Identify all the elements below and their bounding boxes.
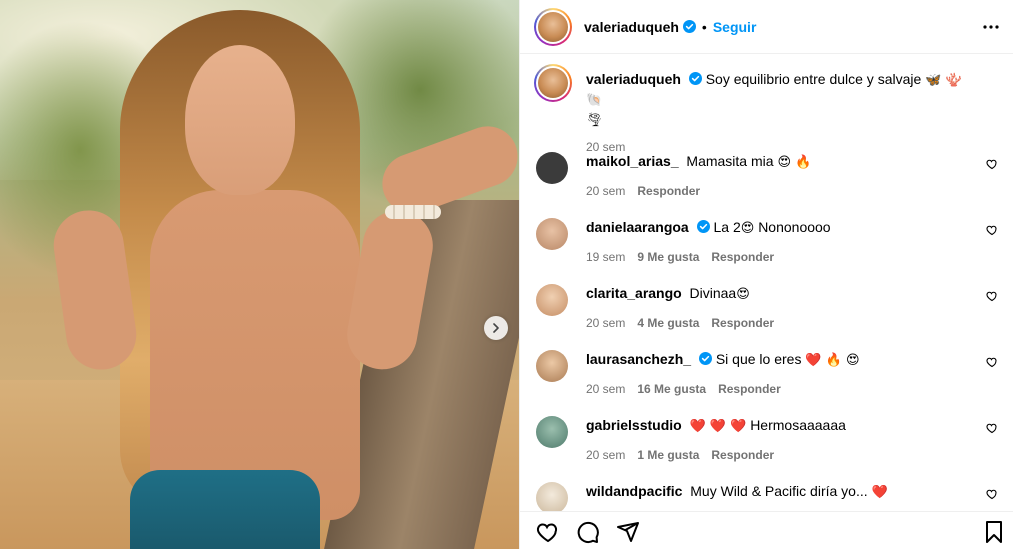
commenter-username[interactable]: maikol_arias_ <box>586 153 679 169</box>
commenter-avatar[interactable] <box>536 416 568 448</box>
post-actions <box>520 511 1013 549</box>
comment-timestamp: 20 sem <box>586 316 626 330</box>
comment-row: wildandpacific Muy Wild & Pacific diría … <box>536 482 998 511</box>
comment-row: gabrielsstudio ❤️ ❤️ ❤️ Hermosaaaaaa 20 … <box>536 416 998 466</box>
comment-likes[interactable]: 1 Me gusta <box>637 446 699 464</box>
comment-text: Si que lo eres <box>715 351 802 367</box>
verified-badge-icon <box>688 72 702 85</box>
caption-username[interactable]: valeriaduqueh <box>586 71 681 87</box>
comment-text-continued: Nononoooo <box>758 219 831 235</box>
like-comment-icon[interactable] <box>986 356 998 368</box>
comment-text: Mamasita mia <box>686 153 774 169</box>
like-comment-icon[interactable] <box>986 488 998 500</box>
commenter-avatar[interactable] <box>536 350 568 382</box>
commenter-avatar[interactable] <box>536 218 568 250</box>
comment-emoji: 😍 <box>740 221 755 236</box>
like-comment-icon[interactable] <box>986 422 998 434</box>
caption-avatar[interactable] <box>534 64 572 102</box>
face <box>185 45 295 195</box>
caption: valeriaduqueh Soy equilibrio entre dulce… <box>534 64 998 154</box>
comment-row: danielaarangoa La 2😍 Nononoooo 19 sem 9 … <box>536 218 998 268</box>
comment-timestamp: 20 sem <box>586 448 626 462</box>
post-header: valeriaduqueh • Seguir <box>520 0 1013 54</box>
comment-emoji: ❤️ <box>871 485 888 500</box>
caption-text: Soy equilibrio entre dulce y salvaje <box>705 71 922 87</box>
comment-row: laurasanchezh_ Si que lo eres ❤️ 🔥 😍 20 … <box>536 350 998 400</box>
reply-button[interactable]: Responder <box>637 182 700 200</box>
next-photo-button[interactable] <box>484 316 508 340</box>
swimwear <box>130 470 320 549</box>
comment-likes[interactable]: 4 Me gusta <box>637 314 699 332</box>
comment-emoji: ❤️ 🔥 😍 <box>805 353 860 368</box>
commenter-avatar[interactable] <box>536 284 568 316</box>
reply-button[interactable]: Responder <box>711 446 774 464</box>
reply-button[interactable]: Responder <box>711 314 774 332</box>
commenter-username[interactable]: clarita_arango <box>586 285 682 301</box>
reply-button[interactable]: Responder <box>718 380 781 398</box>
like-comment-icon[interactable] <box>986 224 998 236</box>
more-options-icon[interactable] <box>982 18 1000 36</box>
bracelet <box>385 205 441 219</box>
comment-timestamp: 19 sem <box>586 250 626 264</box>
post-sidebar: valeriaduqueh • Seguir valeriaduqueh Soy… <box>519 0 1013 549</box>
comment-timestamp: 20 sem <box>586 382 626 396</box>
like-comment-icon[interactable] <box>986 290 998 302</box>
comment-icon[interactable] <box>576 520 600 544</box>
share-icon[interactable] <box>616 520 640 544</box>
commenter-avatar[interactable] <box>536 482 568 511</box>
comment-emoji: ❤️ ❤️ ❤️ <box>689 419 747 434</box>
comment-text: Muy Wild & Pacific diría yo... <box>690 483 868 499</box>
comment-text: Divinaa <box>689 285 737 301</box>
commenter-username[interactable]: wildandpacific <box>586 483 682 499</box>
comment-likes[interactable]: 16 Me gusta <box>637 380 706 398</box>
comment-row: clarita_arango Divinaa😍 20 sem 4 Me gust… <box>536 284 998 334</box>
comment-row: maikol_arias_ Mamasita mia 😍 🔥 20 sem Re… <box>536 152 998 202</box>
chevron-right-icon <box>493 323 499 333</box>
like-comment-icon[interactable] <box>986 158 998 170</box>
verified-badge-icon <box>696 220 710 233</box>
comment-emoji: 😍 🔥 <box>777 155 812 170</box>
commenter-username[interactable]: gabrielsstudio <box>586 417 682 433</box>
author-avatar[interactable] <box>534 7 572 46</box>
commenter-avatar[interactable] <box>536 152 568 184</box>
heart-icon[interactable] <box>536 520 560 544</box>
commenter-username[interactable]: laurasanchezh_ <box>586 351 691 367</box>
verified-badge-icon <box>682 20 696 33</box>
reply-button[interactable]: Responder <box>711 248 774 266</box>
separator-dot: • <box>701 18 707 35</box>
comment-emoji: 😍 <box>736 287 750 302</box>
comment-text: La 2 <box>713 219 741 235</box>
bookmark-icon[interactable] <box>982 520 1006 544</box>
follow-button[interactable]: Seguir <box>713 19 757 35</box>
comment-timestamp: 20 sem <box>586 184 626 198</box>
verified-badge-icon <box>698 352 712 365</box>
comment-likes[interactable]: 9 Me gusta <box>637 248 699 266</box>
post-photo <box>0 0 519 549</box>
author-username[interactable]: valeriaduqueh <box>584 19 679 35</box>
caption-emojis-line2: 🌪 <box>586 113 603 128</box>
comments-list: valeriaduqueh Soy equilibrio entre dulce… <box>520 54 1013 511</box>
comment-text: Hermosaaaaaa <box>750 417 846 433</box>
commenter-username[interactable]: danielaarangoa <box>586 219 689 235</box>
